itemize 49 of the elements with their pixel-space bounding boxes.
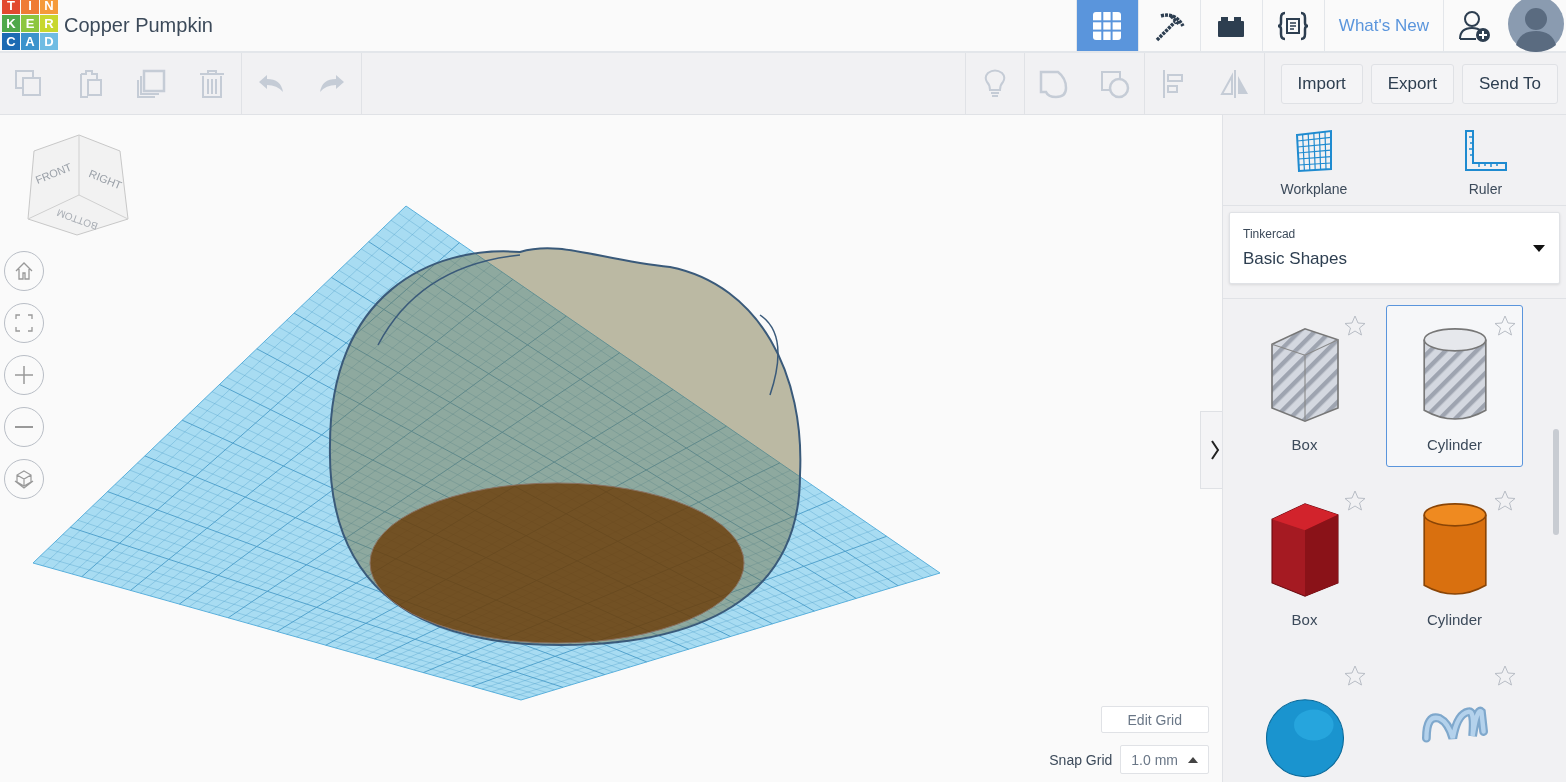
tool-button[interactable]: Workplane: [1260, 129, 1368, 197]
shape-card[interactable]: Cylinder: [1386, 480, 1523, 642]
toolbar-button[interactable]: Import: [1280, 63, 1363, 104]
avatar-icon[interactable]: [1508, 0, 1564, 53]
shape-card[interactable]: Cylinder: [1386, 305, 1523, 467]
pumpkin-shape[interactable]: [329, 247, 802, 646]
star-icon[interactable]: [1343, 314, 1367, 338]
grid-icon: [1091, 9, 1124, 42]
logo-letter: I: [21, 0, 39, 14]
library-dropdown[interactable]: Tinkercad Basic Shapes: [1229, 212, 1560, 284]
edit-grid-button[interactable]: Edit Grid: [1100, 706, 1209, 733]
chevron-icon: [1210, 439, 1220, 461]
zoom-in-button[interactable]: [4, 355, 44, 395]
logo-letter: K: [2, 15, 20, 32]
caret-down-icon: [1533, 244, 1545, 252]
caret-up-icon: [1188, 756, 1198, 763]
tool-button[interactable]: Ruler: [1442, 129, 1529, 197]
logo-letter: T: [2, 0, 20, 14]
star-icon[interactable]: [1343, 489, 1367, 513]
mirror-icon[interactable]: [1218, 67, 1251, 100]
scrollbar[interactable]: [1553, 429, 1559, 535]
toolbar-button[interactable]: Send To: [1461, 63, 1558, 104]
expand-panel-button[interactable]: [1200, 411, 1222, 489]
logo-letter: A: [21, 33, 39, 50]
zoom-in-icon: [12, 363, 36, 387]
add-user-icon[interactable]: [1458, 8, 1492, 43]
logo-letter: C: [2, 33, 20, 50]
code-blocks-icon: [1277, 9, 1310, 42]
duplicate-icon[interactable]: [135, 67, 167, 100]
star-icon[interactable]: [1493, 664, 1517, 688]
fit-view-icon: [12, 311, 36, 335]
ruler-icon: [1462, 129, 1509, 173]
logo-letter: E: [21, 15, 39, 32]
toolbar-button[interactable]: Export: [1370, 63, 1454, 104]
shape-card[interactable]: Box: [1236, 305, 1373, 467]
star-icon[interactable]: [1343, 664, 1367, 688]
cube-view-button[interactable]: [4, 459, 44, 499]
zoom-out-button[interactable]: [4, 407, 44, 447]
project-title: Copper Pumpkin: [64, 14, 213, 37]
snap-grid-label: Snap Grid: [1049, 751, 1113, 768]
star-icon[interactable]: [1493, 314, 1517, 338]
fit-view-button[interactable]: [4, 303, 44, 343]
logo-letter: N: [40, 0, 58, 14]
snap-grid-select[interactable]: 1.0 mm: [1120, 745, 1209, 774]
star-icon[interactable]: [1493, 489, 1517, 513]
logo-letter: R: [40, 15, 58, 32]
logo-letter: D: [40, 33, 58, 50]
shape-card[interactable]: Box: [1236, 480, 1373, 642]
home-button[interactable]: [4, 251, 44, 291]
